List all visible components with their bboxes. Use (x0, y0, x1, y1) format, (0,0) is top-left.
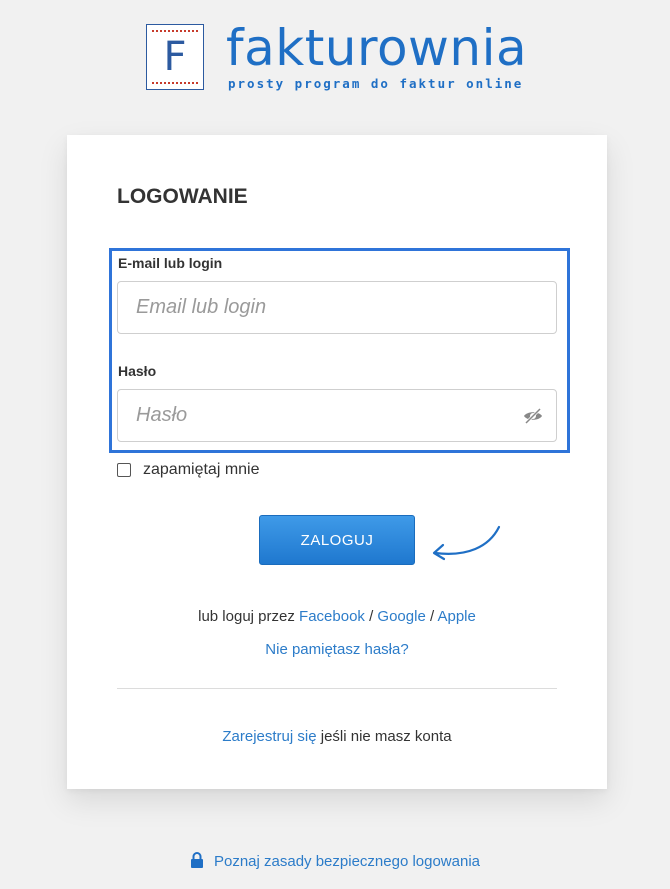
fakturownia-logo[interactable]: F fakturownia prosty program do faktur o… (146, 19, 527, 96)
logo-letter: F (163, 34, 187, 80)
remember-checkbox[interactable] (117, 463, 131, 477)
remember-me[interactable]: zapamiętaj mnie (117, 461, 260, 479)
login-page: F fakturownia prosty program do faktur o… (0, 0, 670, 889)
register-row: Zarejestruj się jeśli nie masz konta (67, 728, 607, 745)
logo-dots-bottom (152, 82, 198, 84)
alt-login-separator: / (369, 608, 374, 625)
facebook-login-link[interactable]: Facebook (299, 608, 365, 625)
lock-icon (190, 852, 203, 868)
alt-login-prefix: lub loguj przez (198, 608, 295, 625)
forgot-password-link[interactable]: Nie pamiętasz hasła? (265, 641, 408, 658)
email-input[interactable] (117, 281, 557, 334)
eye-slash-icon[interactable] (522, 407, 544, 425)
login-card: LOGOWANIE E-mail lub login Hasło zapamię… (67, 135, 607, 789)
logo-mark: F (146, 24, 204, 90)
google-login-link[interactable]: Google (377, 608, 425, 625)
secure-login-link[interactable]: Poznaj zasady bezpiecznego logowania (214, 853, 480, 870)
curved-arrow-icon (432, 525, 501, 561)
login-title: LOGOWANIE (117, 185, 248, 208)
email-label: E-mail lub login (118, 255, 223, 271)
secure-login-info: Poznaj zasady bezpiecznego logowania (0, 852, 670, 870)
register-link[interactable]: Zarejestruj się (222, 728, 316, 745)
password-input[interactable] (117, 389, 557, 442)
login-button[interactable]: ZALOGUJ (259, 515, 415, 565)
logo-name: fakturownia (226, 19, 528, 77)
password-label: Hasło (118, 363, 157, 379)
divider (117, 688, 557, 689)
remember-label[interactable]: zapamiętaj mnie (143, 461, 260, 479)
forgot-password: Nie pamiętasz hasła? (67, 641, 607, 658)
alt-login: lub loguj przez Facebook / Google / Appl… (67, 608, 607, 625)
apple-login-link[interactable]: Apple (437, 608, 475, 625)
logo-tagline: prosty program do faktur online (228, 76, 524, 91)
logo-dots-top (152, 30, 198, 32)
alt-login-separator: / (429, 608, 435, 625)
register-suffix: jeśli nie masz konta (320, 728, 452, 745)
